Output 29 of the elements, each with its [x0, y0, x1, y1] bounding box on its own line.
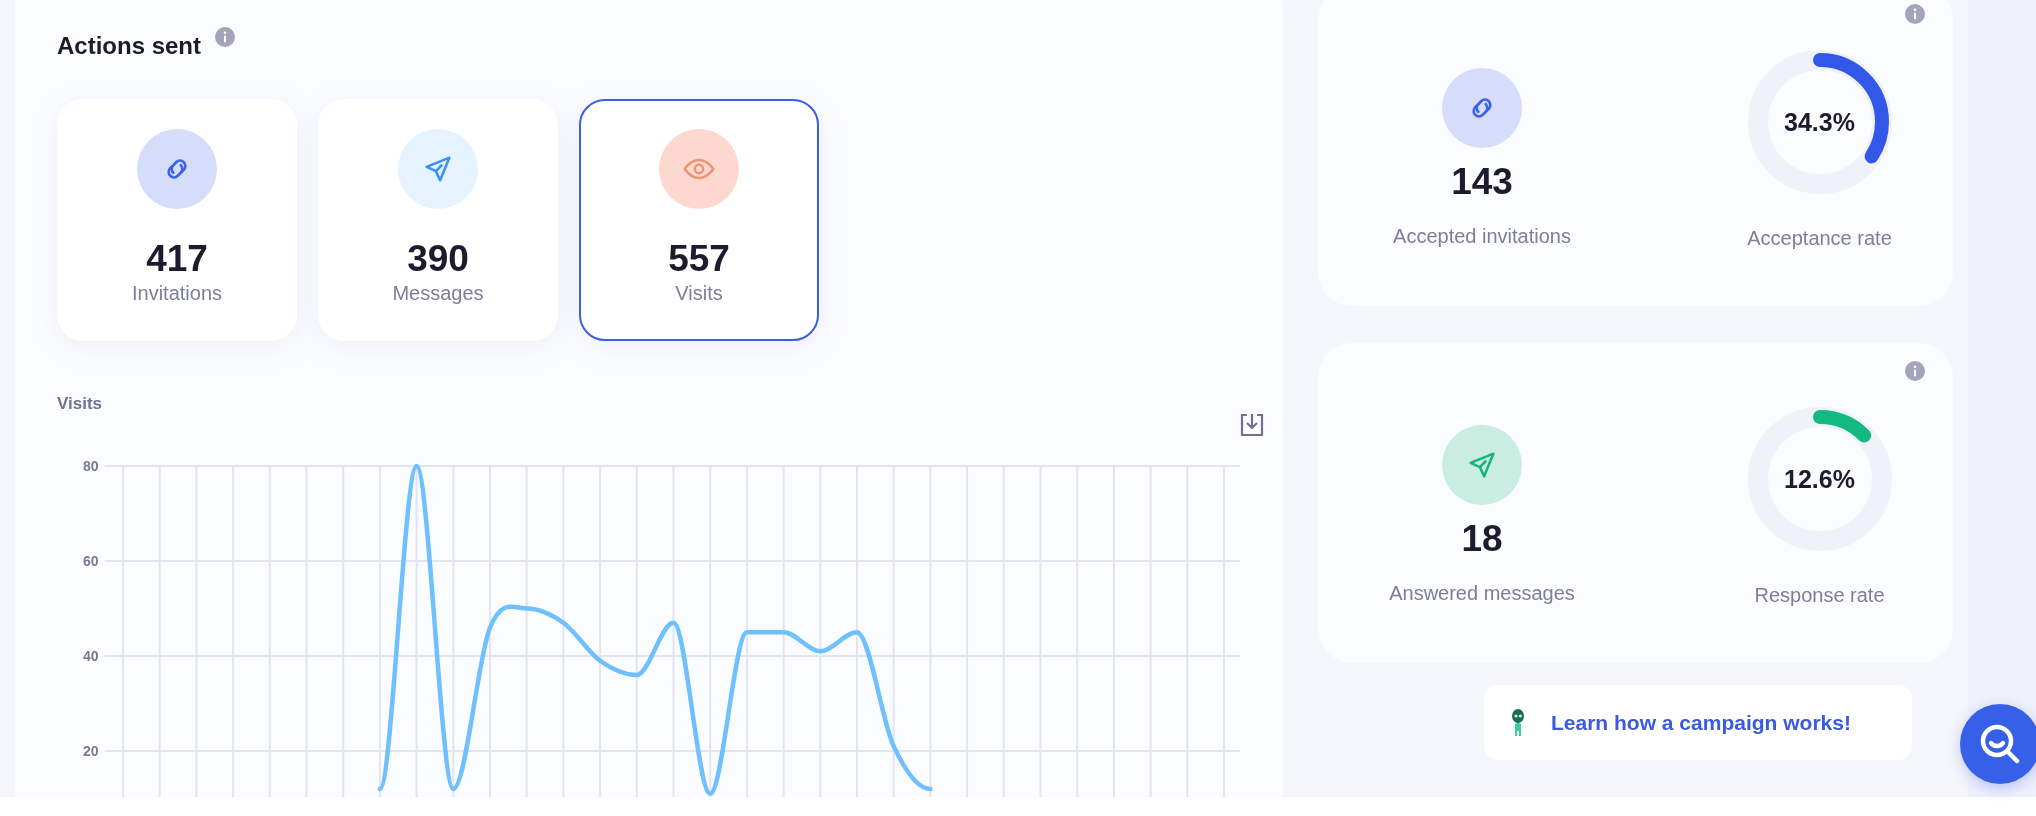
stat-value: 18 [1461, 517, 1503, 561]
stat-tile[interactable]: 390 Messages [318, 99, 558, 341]
rate-value: 34.3% [1784, 107, 1855, 137]
info-icon[interactable] [1905, 4, 1925, 24]
stat-label: Invitations [131, 281, 223, 305]
rate-label: Acceptance rate [1747, 226, 1892, 250]
axis-tick-label: 40 [83, 648, 99, 664]
axis-tick-label: 20 [83, 743, 99, 759]
stat-value: 417 [146, 239, 208, 279]
stat-label: Visits [675, 281, 723, 305]
learn-link[interactable]: Learn how a campaign works! [1484, 685, 1912, 760]
axis-tick-label: 80 [83, 458, 99, 474]
figure-icon [1511, 708, 1525, 737]
section-title: Actions sent [57, 31, 202, 61]
stat-tile[interactable]: 417 Invitations [57, 99, 297, 341]
axis-tick-label: 60 [83, 553, 99, 569]
stat-value: 143 [1451, 160, 1513, 204]
chart-title: Visits [57, 394, 104, 414]
download-icon[interactable] [1239, 412, 1265, 438]
stat-value: 390 [407, 239, 469, 279]
stat-value: 557 [668, 239, 730, 279]
info-icon[interactable] [1905, 361, 1925, 381]
rate-value: 12.6% [1784, 464, 1855, 494]
stat-label: Accepted invitations [1393, 224, 1571, 248]
stat-label: Messages [392, 281, 484, 305]
info-icon[interactable] [215, 27, 236, 47]
rate-label: Response rate [1754, 583, 1885, 607]
stat-tile[interactable]: 557 Visits [579, 99, 819, 341]
stat-label: Answered messages [1389, 581, 1575, 605]
